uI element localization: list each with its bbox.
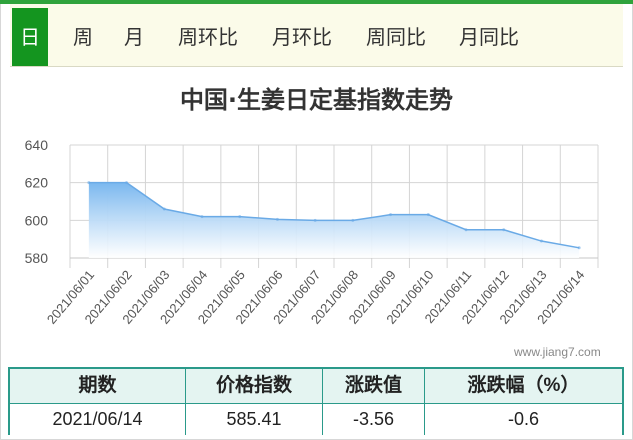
- header-change-value: 涨跌值: [322, 369, 424, 403]
- y-tick-label: 640: [25, 137, 49, 153]
- data-point: [313, 218, 317, 222]
- data-point: [351, 218, 355, 222]
- table-row: 2021/06/14 585.41 -3.56 -0.6: [10, 404, 622, 435]
- cell-period: 2021/06/14: [52, 409, 143, 429]
- site-watermark: www.jiang7.com: [514, 345, 601, 359]
- cell-change-value: -3.56: [322, 404, 424, 435]
- header-price-index: 价格指数: [185, 369, 322, 403]
- y-tick-label: 600: [25, 212, 49, 228]
- data-point: [577, 246, 581, 250]
- data-point: [87, 181, 91, 185]
- data-point: [502, 228, 506, 232]
- data-point: [539, 239, 543, 243]
- data-point: [275, 217, 279, 221]
- header-period: 期数: [78, 375, 117, 396]
- header-change-percent: 涨跌幅（%）: [424, 369, 622, 403]
- summary-table: 期数 价格指数 涨跌值 涨跌幅（%） 2021/06/14 585.41 -3.…: [8, 367, 624, 435]
- data-point: [162, 207, 166, 211]
- data-point: [238, 215, 242, 219]
- cell-price-index: 585.41: [185, 404, 322, 435]
- cell-change-percent: -0.6: [424, 404, 622, 435]
- data-point: [464, 228, 468, 232]
- data-point: [125, 181, 129, 185]
- data-point: [200, 215, 204, 219]
- data-point: [426, 213, 430, 217]
- table-header-row: 期数 价格指数 涨跌值 涨跌幅（%）: [10, 369, 622, 404]
- y-tick-label: 620: [25, 175, 49, 191]
- y-tick-label: 580: [25, 250, 49, 266]
- data-point: [389, 213, 393, 217]
